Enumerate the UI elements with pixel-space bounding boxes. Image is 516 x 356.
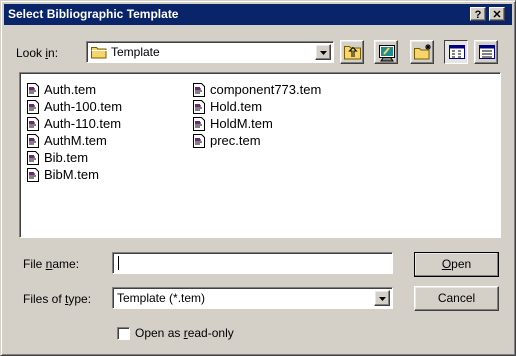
new-folder-button[interactable] — [410, 40, 434, 64]
files-of-type-label: Files of type: — [23, 292, 92, 306]
open-button-label: Open — [441, 257, 472, 271]
read-only-label[interactable]: Open as read-only — [135, 326, 234, 340]
template-file-icon — [193, 100, 205, 114]
cancel-button[interactable]: Cancel — [414, 286, 499, 311]
desktop-button[interactable] — [374, 40, 398, 64]
open-button[interactable]: Open — [414, 252, 499, 277]
template-file-icon — [193, 134, 205, 148]
up-one-level-button[interactable] — [340, 40, 364, 64]
template-file-icon — [27, 134, 39, 148]
chevron-down-icon[interactable] — [315, 44, 331, 60]
template-file-icon — [27, 117, 39, 131]
new-folder-icon — [414, 44, 431, 60]
file-list[interactable]: Auth.tem Auth-100.tem Auth-110.tem AuthM… — [19, 72, 501, 238]
files-of-type-value: Template (*.tem) — [117, 291, 206, 305]
dialog-title: Select Bibliographic Template — [8, 7, 179, 21]
folder-icon — [91, 47, 107, 59]
chevron-down-icon[interactable] — [374, 290, 390, 306]
template-file-icon — [27, 100, 39, 114]
desktop-icon — [379, 45, 395, 62]
template-file-icon — [27, 83, 39, 97]
details-view-icon — [479, 45, 495, 59]
look-in-combo[interactable]: Template — [86, 41, 334, 63]
list-view-icon — [449, 45, 465, 59]
text-caret — [118, 256, 119, 270]
template-file-icon — [27, 151, 39, 165]
template-file-icon — [193, 117, 205, 131]
look-in-value: Template — [111, 45, 160, 59]
files-of-type-combo[interactable]: Template (*.tem) — [112, 287, 393, 309]
close-button[interactable]: ✕ — [489, 7, 505, 21]
help-button[interactable]: ? — [470, 7, 486, 21]
read-only-checkbox[interactable] — [117, 327, 130, 340]
select-template-dialog: Select Bibliographic Template ? ✕ Look i… — [0, 0, 516, 356]
title-bar[interactable]: Select Bibliographic Template ? ✕ — [4, 4, 512, 25]
look-in-label: Look in: — [16, 46, 59, 60]
file-name-label: File name: — [23, 257, 80, 271]
details-view-button[interactable] — [474, 40, 498, 64]
file-name-input[interactable] — [112, 252, 393, 274]
up-one-level-icon — [344, 46, 361, 60]
cancel-button-label: Cancel — [437, 291, 476, 305]
list-view-button[interactable] — [444, 40, 468, 64]
template-file-icon — [193, 83, 205, 97]
template-file-icon — [27, 168, 39, 182]
